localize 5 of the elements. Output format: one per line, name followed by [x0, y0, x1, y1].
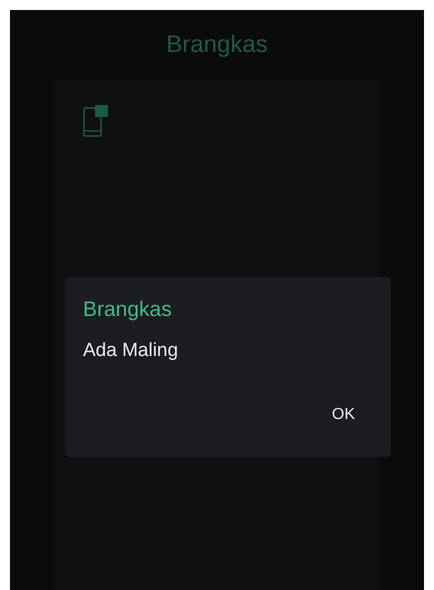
- ok-button[interactable]: OK: [314, 399, 373, 431]
- dialog-title: Brangkas: [83, 297, 173, 323]
- screen-title: Brangkas: [166, 30, 268, 60]
- phone-notification-icon[interactable]: [83, 105, 109, 137]
- dialog-message: Ada Maling: [83, 339, 180, 363]
